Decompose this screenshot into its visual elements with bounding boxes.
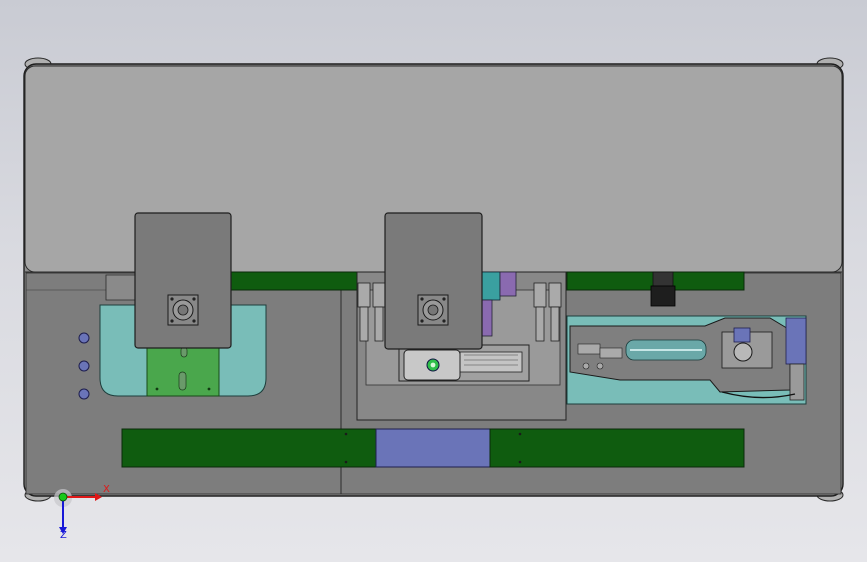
cable-clip bbox=[650, 285, 676, 307]
y-axis-dot bbox=[58, 492, 68, 502]
indicator-lamp bbox=[78, 360, 90, 372]
purple-bracket bbox=[481, 299, 493, 337]
z-axis-label: Z bbox=[60, 530, 67, 541]
left-motor-cover bbox=[134, 212, 232, 349]
indicator-lamp bbox=[78, 332, 90, 344]
lower-rail-left bbox=[121, 428, 377, 468]
lower-linear-rail bbox=[121, 428, 745, 468]
blue-end-cap bbox=[785, 317, 807, 365]
x-axis-label: X bbox=[103, 484, 110, 495]
purple-bracket bbox=[499, 271, 517, 297]
indicator-lamp bbox=[78, 388, 90, 400]
machine-top-view bbox=[23, 57, 844, 534]
upper-rail-left bbox=[230, 271, 358, 291]
cable-clip bbox=[652, 271, 674, 287]
screw-hole bbox=[155, 387, 159, 391]
center-motor-cover bbox=[384, 212, 483, 350]
slot-hole bbox=[178, 371, 187, 391]
blue-sensor bbox=[733, 327, 751, 343]
lower-slider bbox=[375, 428, 491, 468]
lower-rail-right bbox=[489, 428, 745, 468]
screw-hole bbox=[207, 387, 211, 391]
arm-pivot bbox=[733, 342, 753, 362]
square-flange-icon bbox=[417, 294, 449, 326]
cad-viewport[interactable]: X Z bbox=[0, 0, 867, 562]
teal-bracket bbox=[481, 271, 501, 301]
left-tray-outline bbox=[105, 274, 137, 301]
square-flange-icon bbox=[167, 294, 199, 326]
